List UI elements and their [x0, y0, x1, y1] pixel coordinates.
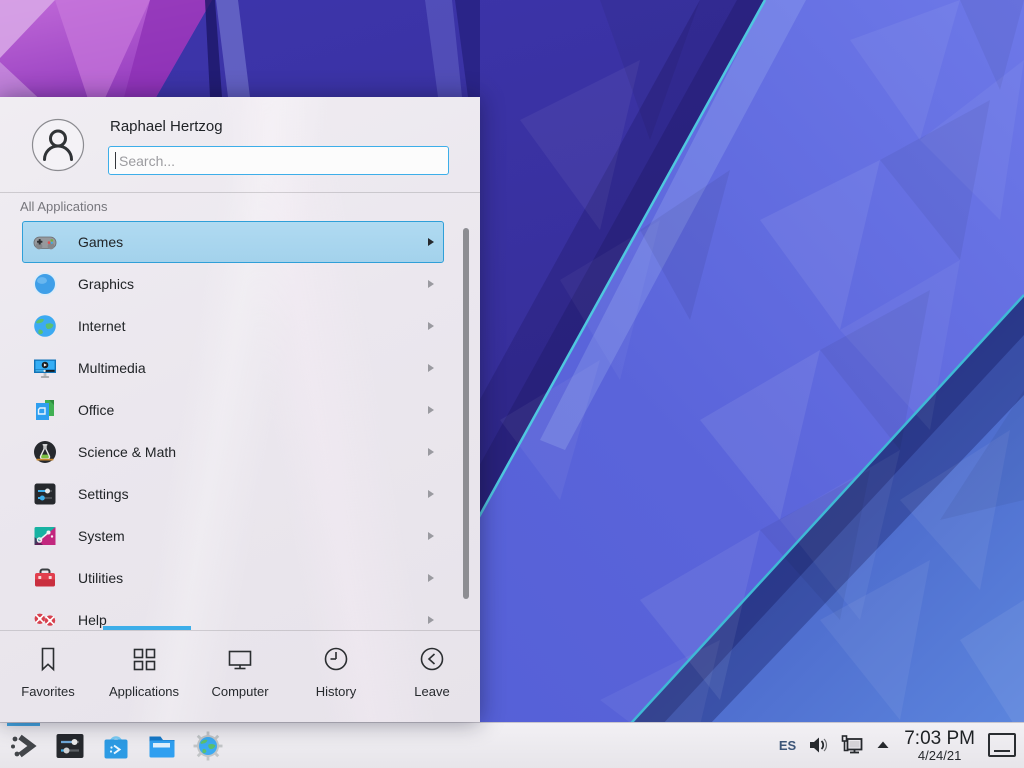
category-label: Graphics	[78, 276, 134, 292]
search-field-wrap	[108, 146, 449, 175]
category-row-system[interactable]: System	[22, 515, 444, 557]
taskbar: ES 7:03 PM 4/24/21	[0, 722, 1024, 768]
launcher-header: Raphael Hertzog	[0, 97, 480, 193]
clock-icon	[321, 644, 351, 677]
computer-icon	[225, 644, 255, 677]
clock[interactable]: 7:03 PM 4/24/21	[902, 729, 977, 763]
keyboard-layout-indicator[interactable]: ES	[779, 738, 796, 753]
taskbar-launchers	[0, 728, 225, 763]
clock-time: 7:03 PM	[904, 729, 975, 749]
category-list: Games Graphics Interne	[0, 221, 480, 630]
toolbox-icon	[32, 565, 58, 591]
tab-label: Favorites	[21, 684, 74, 699]
chevron-right-icon	[428, 574, 434, 582]
chevron-right-icon	[428, 238, 434, 246]
chevron-right-icon	[428, 364, 434, 372]
category-row-settings[interactable]: Settings	[22, 473, 444, 515]
category-row-office[interactable]: Office	[22, 389, 444, 431]
active-task-indicator	[7, 723, 40, 726]
section-label: All Applications	[20, 199, 107, 214]
tab-leave[interactable]: Leave	[384, 631, 480, 722]
application-launcher-button[interactable]	[6, 728, 41, 763]
tab-label: Applications	[109, 684, 179, 699]
category-label: Utilities	[78, 570, 123, 586]
category-row-science[interactable]: Science & Math	[22, 431, 444, 473]
system-settings-button[interactable]	[52, 728, 87, 763]
category-label: Internet	[78, 318, 125, 334]
category-row-multimedia[interactable]: Multimedia	[22, 347, 444, 389]
discover-button[interactable]	[98, 728, 133, 763]
user-name: Raphael Hertzog	[110, 118, 223, 135]
lifebuoy-icon	[32, 607, 58, 630]
clock-date: 4/24/21	[918, 749, 961, 763]
system-nodes-icon	[32, 523, 58, 549]
category-row-internet[interactable]: Internet	[22, 305, 444, 347]
text-cursor	[115, 152, 116, 169]
show-desktop-bar	[994, 750, 1010, 752]
category-row-games[interactable]: Games	[22, 221, 444, 263]
chevron-right-icon	[428, 490, 434, 498]
gamepad-icon	[32, 229, 58, 255]
volume-icon[interactable]	[807, 734, 829, 756]
show-desktop-button[interactable]	[988, 733, 1016, 757]
category-label: Games	[78, 234, 123, 250]
category-label: System	[78, 528, 125, 544]
category-label: Settings	[78, 486, 129, 502]
category-label: Office	[78, 402, 114, 418]
tab-computer[interactable]: Computer	[192, 631, 288, 722]
category-row-utilities[interactable]: Utilities	[22, 557, 444, 599]
category-row-graphics[interactable]: Graphics	[22, 263, 444, 305]
flask-icon	[32, 439, 58, 465]
monitor-play-icon	[32, 355, 58, 381]
scrollbar[interactable]	[463, 228, 469, 599]
application-launcher: Raphael Hertzog All Applications Games	[0, 97, 480, 722]
category-row-help[interactable]: Help	[22, 599, 444, 630]
tab-label: History	[316, 684, 356, 699]
tab-label: Leave	[414, 684, 449, 699]
chevron-right-icon	[428, 280, 434, 288]
leave-icon	[417, 644, 447, 677]
globe-icon	[32, 313, 58, 339]
web-browser-button[interactable]	[190, 728, 225, 763]
chevron-right-icon	[428, 532, 434, 540]
search-input[interactable]	[108, 146, 449, 175]
chevron-right-icon	[428, 406, 434, 414]
user-avatar[interactable]	[31, 118, 85, 172]
launcher-footer: Favorites Applications Comp	[0, 630, 480, 722]
tab-label: Computer	[211, 684, 268, 699]
chevron-right-icon	[428, 448, 434, 456]
file-manager-button[interactable]	[144, 728, 179, 763]
system-tray: ES 7:03 PM 4/24/21	[779, 729, 1024, 763]
network-wired-icon[interactable]	[840, 733, 864, 757]
sliders-icon	[32, 481, 58, 507]
tab-applications[interactable]: Applications	[96, 631, 192, 722]
grid-icon	[129, 644, 159, 677]
bookmark-icon	[33, 644, 63, 677]
tab-history[interactable]: History	[288, 631, 384, 722]
chevron-right-icon	[428, 616, 434, 624]
tab-favorites[interactable]: Favorites	[0, 631, 96, 722]
documents-icon	[32, 397, 58, 423]
sphere-icon	[32, 271, 58, 297]
chevron-right-icon	[428, 322, 434, 330]
expand-tray-icon[interactable]	[875, 737, 891, 753]
category-label: Science & Math	[78, 444, 176, 460]
category-label: Multimedia	[78, 360, 146, 376]
active-tab-indicator	[103, 626, 191, 630]
